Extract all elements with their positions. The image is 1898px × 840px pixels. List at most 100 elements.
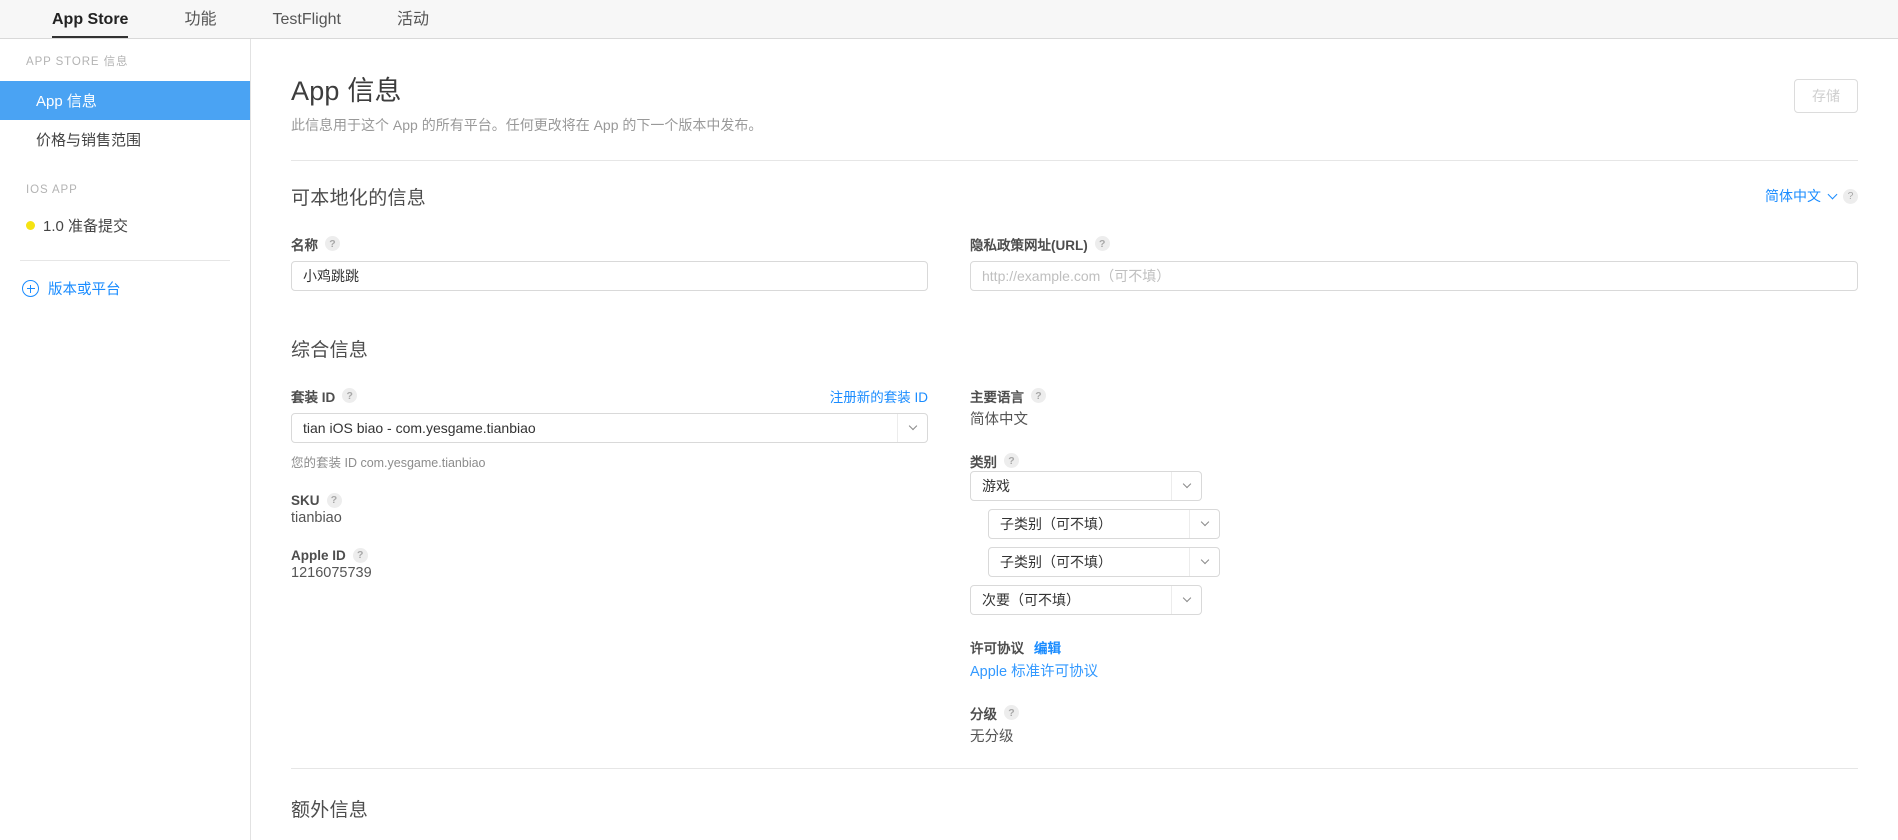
tab-activity[interactable]: 活动	[369, 12, 457, 38]
save-button[interactable]: 存储	[1794, 79, 1858, 113]
top-navigation: App Store 功能 TestFlight 活动	[0, 0, 1898, 39]
subcategory-2-select[interactable]: 子类别（可不填）	[988, 547, 1220, 577]
field-apple-id: Apple ID ? 1216075739	[291, 548, 928, 581]
field-apple-id-label-text: Apple ID	[291, 548, 346, 563]
field-name-label: 名称 ?	[291, 234, 340, 254]
field-privacy-label-row: 隐私政策网址(URL) ?	[970, 234, 1858, 254]
license-agreement-value[interactable]: Apple 标准许可协议	[970, 660, 1858, 681]
field-license-label-text: 许可协议	[970, 637, 1024, 657]
add-version-or-platform-button[interactable]: 版本或平台	[0, 278, 250, 299]
subcategory-1-select-value: 子类别（可不填）	[1000, 514, 1112, 534]
help-icon-name[interactable]: ?	[325, 236, 340, 251]
rating-value: 无分级	[970, 725, 1858, 746]
help-icon-privacy[interactable]: ?	[1095, 236, 1110, 251]
field-category: 类别 ? 游戏 子类别（可不填）	[970, 451, 1858, 615]
field-primary-language-label-text: 主要语言	[970, 386, 1024, 406]
field-primary-language-label: 主要语言 ?	[970, 386, 1858, 406]
help-icon-apple-id[interactable]: ?	[353, 548, 368, 563]
localizable-section-title: 可本地化的信息	[291, 183, 426, 210]
field-bundle-id: 套装 ID ? 注册新的套装 ID tian iOS biao - com.ye…	[291, 386, 928, 471]
secondary-category-select-value: 次要（可不填）	[982, 590, 1080, 610]
field-name-label-row: 名称 ?	[291, 234, 928, 254]
sidebar-section-ios-app: iOS APP	[0, 185, 250, 197]
bundle-id-select-value: tian iOS biao - com.yesgame.tianbiao	[303, 420, 536, 436]
help-icon-primary-language[interactable]: ?	[1031, 388, 1046, 403]
status-dot-icon	[26, 221, 35, 230]
chevron-down-icon	[1171, 586, 1201, 614]
name-input[interactable]: 小鸡跳跳	[291, 261, 928, 291]
localizable-section-header: 可本地化的信息 简体中文 ?	[291, 183, 1858, 210]
sidebar-section-app-store-info: APP STORE 信息	[0, 57, 250, 69]
sidebar-item-version-label: 1.0 准备提交	[43, 215, 128, 236]
add-version-or-platform-label: 版本或平台	[48, 278, 121, 299]
field-license-agreement: 许可协议 编辑 Apple 标准许可协议	[970, 637, 1858, 681]
bundle-id-select[interactable]: tian iOS biao - com.yesgame.tianbiao	[291, 413, 928, 443]
tab-testflight[interactable]: TestFlight	[244, 12, 368, 38]
field-bundle-label: 套装 ID ?	[291, 386, 357, 406]
sidebar-divider	[20, 260, 230, 261]
field-rating-label-text: 分级	[970, 703, 997, 723]
general-columns: 套装 ID ? 注册新的套装 ID tian iOS biao - com.ye…	[291, 386, 1858, 768]
sidebar-item-app-info-label: App 信息	[36, 90, 97, 111]
extra-section-title: 额外信息	[291, 795, 1858, 822]
general-section-title: 综合信息	[291, 335, 368, 362]
field-privacy-label-text: 隐私政策网址(URL)	[970, 234, 1088, 254]
field-rating-label: 分级 ?	[970, 703, 1858, 723]
field-bundle-label-text: 套装 ID	[291, 386, 335, 406]
plus-circle-icon	[22, 280, 39, 297]
help-icon-bundle[interactable]: ?	[342, 388, 357, 403]
chevron-down-icon	[1189, 510, 1219, 538]
category-select[interactable]: 游戏	[970, 471, 1202, 501]
privacy-url-input[interactable]: http://example.com（可不填）	[970, 261, 1858, 291]
help-icon-rating[interactable]: ?	[1004, 705, 1019, 720]
sidebar-item-pricing[interactable]: 价格与销售范围	[0, 120, 250, 159]
subcategory-1-select[interactable]: 子类别（可不填）	[988, 509, 1220, 539]
chevron-down-icon	[897, 414, 927, 442]
field-bundle-label-row: 套装 ID ? 注册新的套装 ID	[291, 386, 928, 406]
column-gap-2	[928, 386, 970, 768]
field-apple-id-label: Apple ID ?	[291, 548, 928, 563]
help-icon-language[interactable]: ?	[1843, 189, 1858, 204]
sku-value: tianbiao	[291, 510, 928, 526]
tab-app-store[interactable]: App Store	[24, 12, 156, 38]
register-new-bundle-id-link[interactable]: 注册新的套装 ID	[830, 386, 928, 406]
sidebar: APP STORE 信息 App 信息 价格与销售范围 iOS APP 1.0 …	[0, 39, 251, 840]
primary-language-value: 简体中文	[970, 408, 1858, 429]
chevron-down-icon	[1171, 472, 1201, 500]
field-name-label-text: 名称	[291, 234, 318, 254]
tab-features-label: 功能	[184, 11, 216, 28]
general-section-header: 综合信息	[291, 335, 1858, 362]
sidebar-item-pricing-label: 价格与销售范围	[36, 129, 141, 150]
tab-features[interactable]: 功能	[156, 12, 244, 38]
section-general-info: 综合信息 套装 ID ? 注册新的套装 ID	[291, 313, 1858, 768]
field-privacy-url: 隐私政策网址(URL) ? http://example.com（可不填）	[970, 234, 1858, 291]
field-license-label: 许可协议 编辑	[970, 637, 1858, 657]
secondary-category-wrapper: 次要（可不填）	[970, 585, 1858, 615]
localizable-left-column: 名称 ? 小鸡跳跳	[291, 234, 928, 313]
main-content: App 信息 此信息用于这个 App 的所有平台。任何更改将在 App 的下一个…	[251, 39, 1898, 840]
page-header-text: App 信息 此信息用于这个 App 的所有平台。任何更改将在 App 的下一个…	[291, 75, 762, 134]
secondary-category-select[interactable]: 次要（可不填）	[970, 585, 1202, 615]
sidebar-item-app-info[interactable]: App 信息	[0, 81, 250, 120]
subcategory-2-wrapper: 子类别（可不填）	[970, 547, 1858, 577]
field-sku: SKU ? tianbiao	[291, 493, 928, 526]
field-rating: 分级 ? 无分级	[970, 703, 1858, 746]
sidebar-item-version[interactable]: 1.0 准备提交	[0, 208, 250, 242]
field-name: 名称 ? 小鸡跳跳	[291, 234, 928, 291]
chevron-down-icon	[1189, 548, 1219, 576]
page-shell: APP STORE 信息 App 信息 价格与销售范围 iOS APP 1.0 …	[0, 39, 1898, 840]
field-sku-label: SKU ?	[291, 493, 928, 508]
localizable-right-column: 隐私政策网址(URL) ? http://example.com（可不填）	[970, 234, 1858, 313]
field-privacy-label: 隐私政策网址(URL) ?	[970, 234, 1110, 254]
help-icon-category[interactable]: ?	[1004, 453, 1019, 468]
field-category-label: 类别 ?	[970, 451, 1858, 471]
license-edit-link[interactable]: 编辑	[1034, 637, 1061, 657]
page-subtitle: 此信息用于这个 App 的所有平台。任何更改将在 App 的下一个版本中发布。	[291, 116, 762, 134]
field-category-label-text: 类别	[970, 451, 997, 471]
help-icon-sku[interactable]: ?	[327, 493, 342, 508]
general-left-column: 套装 ID ? 注册新的套装 ID tian iOS biao - com.ye…	[291, 386, 928, 768]
subcategory-2-select-value: 子类别（可不填）	[1000, 552, 1112, 572]
apple-id-value: 1216075739	[291, 565, 928, 581]
language-picker[interactable]: 简体中文 ?	[1765, 186, 1858, 206]
localizable-columns: 名称 ? 小鸡跳跳 隐私政策网址(URL)	[291, 234, 1858, 313]
